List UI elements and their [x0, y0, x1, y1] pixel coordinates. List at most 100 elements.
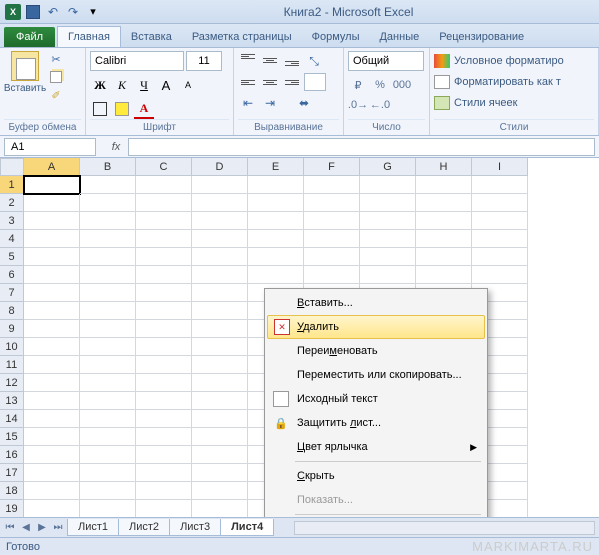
- cell[interactable]: [80, 500, 136, 518]
- cell[interactable]: [192, 482, 248, 500]
- cell[interactable]: [248, 194, 304, 212]
- cell[interactable]: [248, 230, 304, 248]
- cell[interactable]: [136, 266, 192, 284]
- column-header[interactable]: C: [136, 158, 192, 176]
- tab-page-layout[interactable]: Разметка страницы: [182, 27, 302, 47]
- align-center-button[interactable]: [260, 73, 280, 91]
- cell[interactable]: [80, 284, 136, 302]
- percent-format-button[interactable]: %: [370, 75, 390, 95]
- number-format-combo[interactable]: Общий: [348, 51, 424, 71]
- column-header[interactable]: F: [304, 158, 360, 176]
- row-header[interactable]: 18: [0, 482, 24, 500]
- tab-insert[interactable]: Вставка: [121, 27, 182, 47]
- cell[interactable]: [136, 302, 192, 320]
- cell[interactable]: [136, 428, 192, 446]
- row-header[interactable]: 1: [0, 176, 24, 194]
- cut-button[interactable]: ✂: [48, 51, 64, 67]
- sheet-tab[interactable]: Лист1: [67, 519, 119, 536]
- cell[interactable]: [472, 248, 528, 266]
- cell[interactable]: [192, 338, 248, 356]
- sheet-nav-first[interactable]: ⏮: [2, 520, 18, 536]
- row-header[interactable]: 15: [0, 428, 24, 446]
- cell[interactable]: [416, 248, 472, 266]
- select-all-button[interactable]: [0, 158, 24, 176]
- cell[interactable]: [80, 446, 136, 464]
- cell[interactable]: [80, 194, 136, 212]
- row-header[interactable]: 9: [0, 320, 24, 338]
- accounting-format-button[interactable]: ₽: [348, 75, 368, 95]
- column-header[interactable]: I: [472, 158, 528, 176]
- sheet-tab[interactable]: Лист2: [118, 519, 170, 536]
- tab-formulas[interactable]: Формулы: [302, 27, 370, 47]
- fx-button[interactable]: fx: [104, 141, 128, 153]
- cell[interactable]: [192, 500, 248, 518]
- cell[interactable]: [472, 194, 528, 212]
- format-painter-button[interactable]: ✐: [48, 87, 64, 103]
- tab-data[interactable]: Данные: [369, 27, 429, 47]
- cell[interactable]: [192, 446, 248, 464]
- font-color-button[interactable]: A: [134, 99, 154, 119]
- cell[interactable]: [472, 230, 528, 248]
- cell[interactable]: [136, 338, 192, 356]
- row-header[interactable]: 12: [0, 374, 24, 392]
- cell[interactable]: [472, 212, 528, 230]
- decrease-indent-button[interactable]: ⇤: [238, 93, 258, 113]
- sheet-nav-next[interactable]: ▶: [34, 520, 50, 536]
- cell[interactable]: [416, 230, 472, 248]
- cell[interactable]: [248, 176, 304, 194]
- save-button[interactable]: [24, 3, 42, 21]
- cell[interactable]: [192, 266, 248, 284]
- cell[interactable]: [24, 230, 80, 248]
- cell[interactable]: [80, 230, 136, 248]
- cell[interactable]: [80, 176, 136, 194]
- menu-view-code[interactable]: Исходный текст: [267, 387, 485, 411]
- cell[interactable]: [192, 392, 248, 410]
- cell[interactable]: [192, 248, 248, 266]
- menu-protect-sheet[interactable]: Защитить лист...: [267, 411, 485, 435]
- increase-decimal-button[interactable]: .0→: [348, 95, 368, 115]
- cell[interactable]: [80, 212, 136, 230]
- borders-button[interactable]: [90, 99, 110, 119]
- cell[interactable]: [136, 212, 192, 230]
- cell[interactable]: [192, 374, 248, 392]
- cell[interactable]: [80, 320, 136, 338]
- cell[interactable]: [24, 194, 80, 212]
- cell[interactable]: [136, 320, 192, 338]
- cell[interactable]: [360, 194, 416, 212]
- cell[interactable]: [80, 302, 136, 320]
- cell[interactable]: [80, 464, 136, 482]
- cell[interactable]: [192, 176, 248, 194]
- bold-button[interactable]: Ж: [90, 75, 110, 95]
- decrease-font-button[interactable]: A: [178, 75, 198, 95]
- row-header[interactable]: 4: [0, 230, 24, 248]
- cell[interactable]: [24, 392, 80, 410]
- cell[interactable]: [80, 392, 136, 410]
- copy-button[interactable]: [48, 69, 64, 85]
- cell[interactable]: [24, 410, 80, 428]
- fill-color-button[interactable]: [112, 99, 132, 119]
- cell[interactable]: [24, 356, 80, 374]
- cell[interactable]: [24, 212, 80, 230]
- menu-hide[interactable]: Скрыть: [267, 464, 485, 488]
- column-header[interactable]: E: [248, 158, 304, 176]
- cell[interactable]: [80, 356, 136, 374]
- cell[interactable]: [472, 176, 528, 194]
- cell[interactable]: [304, 266, 360, 284]
- cell-styles-button[interactable]: Стили ячеек: [434, 93, 517, 113]
- cell[interactable]: [136, 374, 192, 392]
- row-header[interactable]: 5: [0, 248, 24, 266]
- cell[interactable]: [80, 248, 136, 266]
- cell[interactable]: [192, 194, 248, 212]
- cell[interactable]: [80, 410, 136, 428]
- menu-move-copy[interactable]: Переместить или скопировать...: [267, 363, 485, 387]
- underline-button[interactable]: Ч: [134, 75, 154, 95]
- cell[interactable]: [416, 176, 472, 194]
- cell[interactable]: [416, 212, 472, 230]
- row-header[interactable]: 19: [0, 500, 24, 518]
- cell[interactable]: [192, 284, 248, 302]
- cell[interactable]: [24, 482, 80, 500]
- cell[interactable]: [24, 176, 80, 194]
- row-header[interactable]: 16: [0, 446, 24, 464]
- cell[interactable]: [136, 392, 192, 410]
- cell[interactable]: [136, 500, 192, 518]
